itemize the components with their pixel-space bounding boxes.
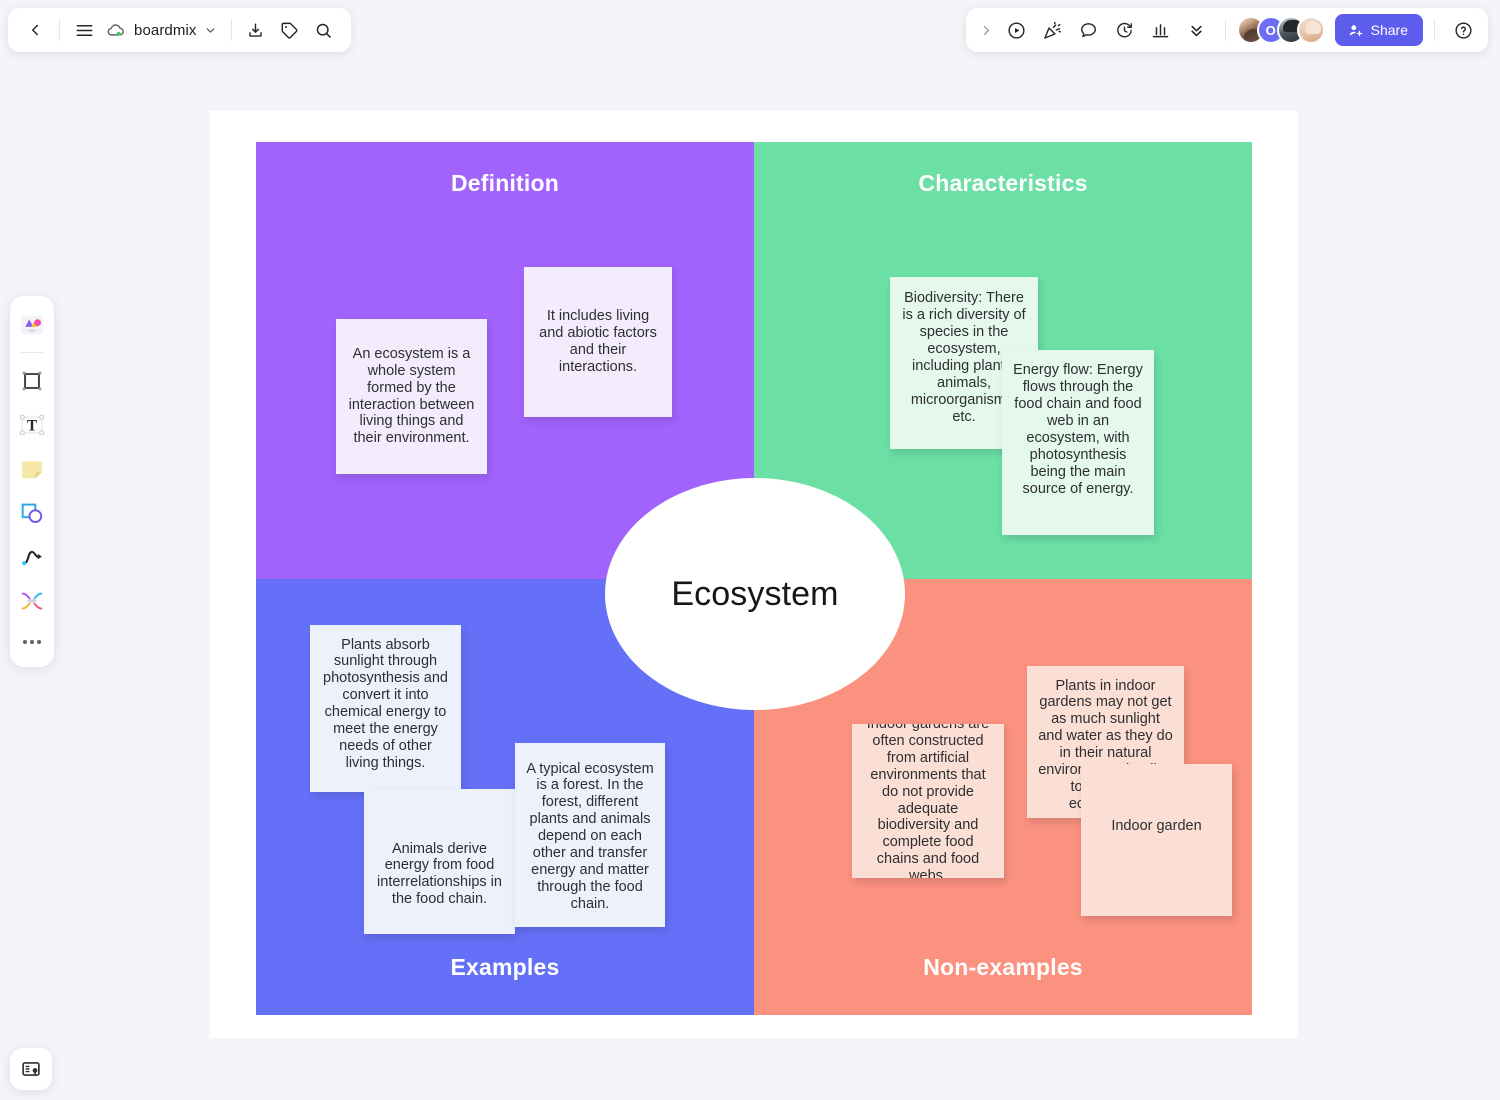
divider [1434, 19, 1435, 41]
present-button[interactable] [1000, 13, 1034, 47]
top-left-toolbar: boardmix [8, 8, 351, 52]
download-icon [249, 22, 262, 37]
sticky-note[interactable]: Plants absorb sunlight through photosynt… [310, 624, 461, 792]
quadrant-title-non-examples: Non-examples [923, 954, 1083, 980]
divider [20, 352, 44, 353]
board-settings-icon [22, 1062, 40, 1076]
sticky-note[interactable]: Energy flow: Energy flows through the fo… [1002, 350, 1154, 535]
connector-icon [21, 592, 43, 610]
shapes-icon [21, 503, 43, 524]
bar-chart-icon [1152, 23, 1169, 37]
help-button[interactable] [1446, 13, 1480, 47]
center-concept-label: Ecosystem [671, 574, 839, 613]
share-button[interactable]: Share [1334, 14, 1423, 46]
templates-icon [20, 315, 44, 335]
document-title-chip[interactable]: boardmix [101, 13, 224, 47]
main-menu-button[interactable] [67, 13, 101, 47]
sticky-note[interactable]: Animals derive energy from food interrel… [364, 788, 515, 934]
quadrant-title-definition: Definition [450, 170, 560, 196]
pen-curve-icon [22, 550, 42, 566]
sticky-note[interactable]: An ecosystem is a whole system formed by… [336, 319, 487, 474]
timer-icon [1117, 22, 1133, 37]
cloud-saved-icon [107, 23, 124, 36]
divider [59, 19, 60, 41]
left-tool-rail: T [10, 296, 54, 667]
export-button[interactable] [239, 13, 273, 47]
collaborator-avatars: O [1236, 16, 1325, 44]
divider [1224, 19, 1226, 41]
tool-pen[interactable] [14, 537, 50, 577]
chevrons-down-icon [1191, 25, 1202, 36]
avatar-initial: O [1265, 22, 1276, 38]
search-button[interactable] [307, 13, 341, 47]
document-title: boardmix [134, 21, 197, 39]
sticky-note-text: Energy flow: Energy flows through the fo… [1013, 362, 1143, 497]
app-root: boardmix O Share T Definition An ecosyst… [0, 0, 1500, 1100]
tool-shape[interactable] [14, 493, 50, 533]
sticky-note-icon [22, 461, 42, 479]
tool-connector[interactable] [14, 581, 50, 621]
quadrant-title-characteristics: Characteristics [918, 170, 1088, 196]
reactions-button[interactable] [1036, 13, 1070, 47]
chevron-left-icon [32, 24, 38, 36]
chevron-right-icon [984, 25, 990, 35]
comment-button[interactable] [1072, 13, 1106, 47]
hamburger-menu-icon [76, 24, 92, 36]
dot [37, 640, 41, 644]
timer-button[interactable] [1108, 13, 1142, 47]
tool-frame[interactable] [14, 361, 50, 401]
tool-more[interactable] [14, 625, 50, 659]
divider [230, 19, 232, 41]
expand-toolbar-button[interactable] [976, 13, 998, 47]
sticky-note-text: It includes living and abiotic factors a… [539, 308, 657, 375]
avatar[interactable] [1296, 16, 1325, 44]
play-circle-icon [1008, 21, 1025, 39]
svg-text:T: T [27, 418, 38, 435]
tool-sticky-note[interactable] [14, 449, 50, 489]
comment-bubble-icon [1081, 22, 1097, 37]
sticky-note[interactable]: Indoor gardens are often constructed fro… [852, 723, 1004, 878]
tool-templates[interactable] [14, 305, 50, 345]
more-tools-button[interactable] [1180, 13, 1214, 47]
dot [23, 640, 27, 644]
dot [30, 640, 34, 644]
sticky-note-text: An ecosystem is a whole system formed by… [348, 345, 475, 447]
add-person-icon [1349, 24, 1362, 36]
sticky-note[interactable]: It includes living and abiotic factors a… [524, 267, 672, 417]
tool-text[interactable]: T [14, 405, 50, 445]
top-right-toolbar: O Share [965, 8, 1488, 52]
tag-icon [281, 22, 298, 39]
chevron-down-icon [206, 27, 214, 33]
back-button[interactable] [18, 13, 52, 47]
help-circle-icon [1454, 21, 1472, 39]
party-popper-icon [1044, 21, 1062, 39]
sticky-note-text: Indoor garden [1111, 817, 1202, 834]
quadrant-title-examples: Examples [450, 954, 560, 980]
share-label: Share [1370, 22, 1408, 38]
sticky-note-text: Animals derive energy from food interrel… [377, 840, 502, 908]
sticky-note-text: A typical ecosystem is a forest. In the … [526, 760, 654, 913]
sticky-note-text: Indoor gardens are often constructed fro… [866, 723, 990, 878]
text-icon: T [19, 414, 45, 436]
sticky-note[interactable]: A typical ecosystem is a forest. In the … [515, 742, 665, 927]
center-concept-ellipse[interactable]: Ecosystem [605, 478, 905, 710]
frame-icon [22, 371, 42, 391]
sticky-note-text: Plants absorb sunlight through photosynt… [323, 636, 448, 772]
tag-button[interactable] [273, 13, 307, 47]
sticky-note[interactable]: Indoor garden [1081, 763, 1232, 916]
vote-button[interactable] [1144, 13, 1178, 47]
search-icon [316, 23, 331, 38]
board-settings-button[interactable] [10, 1048, 52, 1090]
